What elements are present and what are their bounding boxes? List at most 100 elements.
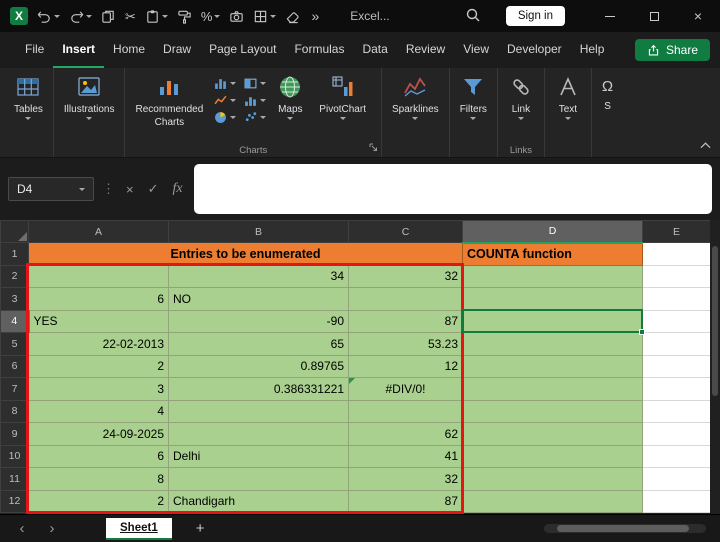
cell-B11[interactable]	[169, 468, 349, 491]
tab-insert[interactable]: Insert	[53, 32, 104, 68]
format-painter-button[interactable]	[177, 4, 192, 28]
cell-A1-merged-title[interactable]: Entries to be enumerated	[29, 243, 463, 266]
row-header-8[interactable]: 8	[1, 400, 29, 423]
cell-D1-title[interactable]: COUNTA function	[463, 243, 643, 266]
tab-data[interactable]: Data	[353, 32, 396, 68]
cell-A4[interactable]: YES	[29, 310, 169, 333]
undo-button[interactable]	[37, 4, 60, 28]
cell-E3[interactable]	[643, 288, 711, 311]
cell-A6[interactable]: 2	[29, 355, 169, 378]
cell-E9[interactable]	[643, 423, 711, 446]
pivotchart-button[interactable]: PivotChart	[314, 73, 371, 122]
cell-B3[interactable]: NO	[169, 288, 349, 311]
cell-B7[interactable]: 0.386331221	[169, 378, 349, 401]
select-all-corner[interactable]	[1, 221, 29, 243]
insert-pie-chart-button[interactable]	[214, 111, 236, 124]
filters-button[interactable]: Filters	[455, 73, 492, 122]
cell-D7[interactable]	[463, 378, 643, 401]
tab-developer[interactable]: Developer	[498, 32, 571, 68]
cell-C3[interactable]	[349, 288, 463, 311]
column-header-D[interactable]: D	[463, 221, 643, 243]
cell-E2[interactable]	[643, 265, 711, 288]
row-header-12[interactable]: 12	[1, 490, 29, 513]
tab-formulas[interactable]: Formulas	[285, 32, 353, 68]
cell-A9[interactable]: 24-09-2025	[29, 423, 169, 446]
cell-A5[interactable]: 22-02-2013	[29, 333, 169, 356]
cell-A12[interactable]: 2	[29, 490, 169, 513]
cell-E6[interactable]	[643, 355, 711, 378]
fill-handle[interactable]	[639, 329, 645, 335]
cell-A8[interactable]: 4	[29, 400, 169, 423]
cell-C8[interactable]	[349, 400, 463, 423]
cell-B5[interactable]: 65	[169, 333, 349, 356]
cell-E4[interactable]	[643, 310, 711, 333]
eraser-button[interactable]	[285, 4, 300, 28]
tab-file[interactable]: File	[16, 32, 53, 68]
minimize-button[interactable]	[588, 0, 632, 32]
cell-C12[interactable]: 87	[349, 490, 463, 513]
cell-B4[interactable]: -90	[169, 310, 349, 333]
collapse-ribbon-chevron[interactable]	[699, 138, 712, 153]
cell-C6[interactable]: 12	[349, 355, 463, 378]
cell-C11[interactable]: 32	[349, 468, 463, 491]
share-button[interactable]: Share	[635, 39, 710, 61]
cell-B9[interactable]	[169, 423, 349, 446]
cell-D2[interactable]	[463, 265, 643, 288]
column-header-A[interactable]: A	[29, 221, 169, 243]
insert-column-chart-button[interactable]	[214, 77, 236, 90]
cell-C10[interactable]: 41	[349, 445, 463, 468]
cell-A10[interactable]: 6	[29, 445, 169, 468]
column-header-B[interactable]: B	[169, 221, 349, 243]
maximize-button[interactable]	[632, 0, 676, 32]
sign-in-button[interactable]: Sign in	[506, 6, 565, 26]
insert-scatter-chart-button[interactable]	[244, 111, 266, 124]
link-button[interactable]: Link	[503, 73, 539, 122]
formula-bar-grip[interactable]: ⋮	[102, 181, 115, 197]
redo-button[interactable]	[69, 4, 92, 28]
row-header-1[interactable]: 1	[1, 243, 29, 266]
search-icon[interactable]	[465, 7, 481, 26]
sparklines-button[interactable]: Sparklines	[387, 73, 444, 122]
insert-function-button[interactable]: fx	[170, 181, 186, 197]
cell-D6[interactable]	[463, 355, 643, 378]
cell-C2[interactable]: 32	[349, 265, 463, 288]
maps-button[interactable]: Maps	[272, 73, 308, 122]
sheet-tab-sheet1[interactable]: Sheet1	[106, 518, 172, 540]
tab-review[interactable]: Review	[397, 32, 454, 68]
cell-D5[interactable]	[463, 333, 643, 356]
row-header-2[interactable]: 2	[1, 265, 29, 288]
cell-E10[interactable]	[643, 445, 711, 468]
previous-sheet-button[interactable]: ‹	[12, 520, 32, 537]
cell-D9[interactable]	[463, 423, 643, 446]
row-header-10[interactable]: 10	[1, 445, 29, 468]
cell-E7[interactable]	[643, 378, 711, 401]
recommended-charts-button[interactable]: Recommended Charts	[130, 73, 208, 130]
cell-A2[interactable]	[29, 265, 169, 288]
cell-A7[interactable]: 3	[29, 378, 169, 401]
cell-B6[interactable]: 0.89765	[169, 355, 349, 378]
cell-D4-selected[interactable]	[463, 310, 643, 333]
cut-button[interactable]: ✂	[125, 4, 136, 28]
cell-C5[interactable]: 53.23	[349, 333, 463, 356]
cell-D11[interactable]	[463, 468, 643, 491]
vertical-scrollbar-thumb[interactable]	[712, 246, 718, 396]
charts-dialog-launcher[interactable]	[369, 140, 378, 155]
close-button[interactable]: ×	[676, 0, 720, 32]
cell-C7-error[interactable]: #DIV/0!	[349, 378, 463, 401]
horizontal-scrollbar[interactable]	[544, 524, 706, 533]
column-header-E[interactable]: E	[643, 221, 711, 243]
toolbar-overflow-chevron[interactable]: »	[311, 8, 319, 24]
cell-E12[interactable]	[643, 490, 711, 513]
tab-draw[interactable]: Draw	[154, 32, 200, 68]
cell-D3[interactable]	[463, 288, 643, 311]
cell-B10[interactable]: Delhi	[169, 445, 349, 468]
insert-line-chart-button[interactable]	[214, 94, 236, 107]
tab-page-layout[interactable]: Page Layout	[200, 32, 285, 68]
cell-E5[interactable]	[643, 333, 711, 356]
percent-style-button[interactable]: %	[201, 4, 221, 28]
text-button[interactable]: Text	[550, 73, 586, 122]
cell-D12[interactable]	[463, 490, 643, 513]
cancel-formula-button[interactable]: ×	[123, 182, 137, 197]
horizontal-scrollbar-thumb[interactable]	[557, 525, 689, 532]
tab-help[interactable]: Help	[571, 32, 614, 68]
